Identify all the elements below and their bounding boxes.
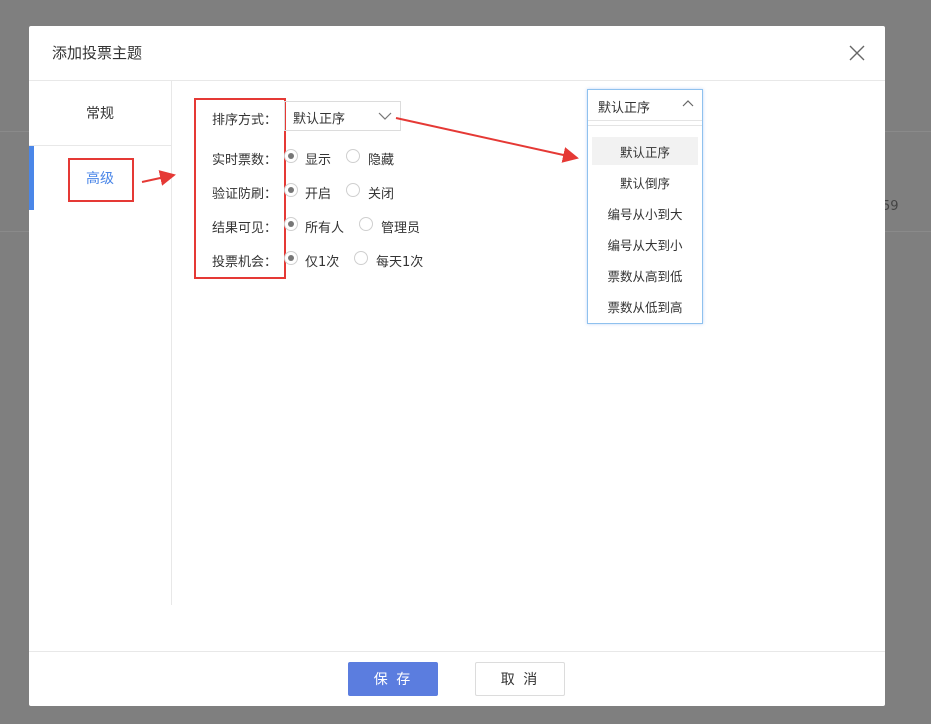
dropdown-option[interactable]: 默认倒序 bbox=[592, 168, 698, 196]
dropdown-divider bbox=[588, 125, 702, 126]
radio-chance-once[interactable] bbox=[284, 251, 298, 265]
result-visibility-label: 结果可见： bbox=[212, 221, 278, 236]
chevron-down-icon bbox=[378, 109, 392, 123]
radio-realtime-show[interactable] bbox=[284, 149, 298, 163]
tab-general[interactable]: 常规 bbox=[29, 81, 171, 146]
radio-label-show[interactable]: 显示 bbox=[305, 149, 331, 168]
dropdown-option[interactable]: 默认正序 bbox=[592, 137, 698, 165]
radio-label-off[interactable]: 关闭 bbox=[368, 183, 394, 202]
radio-visibility-everyone[interactable] bbox=[284, 217, 298, 231]
save-button[interactable]: 保 存 bbox=[348, 662, 438, 696]
add-vote-topic-dialog: 添加投票主题 常规 高级 排序方式： 默认正序 实时票数： 显示 隐藏 验证防刷… bbox=[29, 26, 885, 706]
dropdown-option[interactable]: 编号从小到大 bbox=[592, 199, 698, 227]
radio-realtime-hide[interactable] bbox=[346, 149, 360, 163]
footer-divider bbox=[29, 651, 885, 652]
cancel-button[interactable]: 取 消 bbox=[475, 662, 565, 696]
close-icon[interactable] bbox=[847, 43, 867, 63]
dropdown-header-value: 默认正序 bbox=[598, 101, 651, 116]
realtime-votes-label: 实时票数： bbox=[212, 153, 278, 168]
dropdown-option[interactable]: 编号从大到小 bbox=[592, 230, 698, 258]
radio-label-daily[interactable]: 每天1次 bbox=[376, 251, 423, 270]
radio-chance-daily[interactable] bbox=[354, 251, 368, 265]
radio-antispam-on[interactable] bbox=[284, 183, 298, 197]
tab-advanced[interactable]: 高级 bbox=[29, 146, 171, 210]
radio-visibility-admin[interactable] bbox=[359, 217, 373, 231]
chevron-up-icon bbox=[682, 98, 694, 110]
dialog-title: 添加投票主题 bbox=[52, 44, 143, 62]
dropdown-option[interactable]: 票数从高到低 bbox=[592, 261, 698, 289]
sort-select[interactable]: 默认正序 bbox=[284, 101, 401, 131]
sort-select-value: 默认正序 bbox=[293, 112, 346, 127]
radio-label-hide[interactable]: 隐藏 bbox=[368, 149, 394, 168]
radio-label-on[interactable]: 开启 bbox=[305, 183, 331, 202]
radio-antispam-off[interactable] bbox=[346, 183, 360, 197]
radio-label-admin[interactable]: 管理员 bbox=[381, 217, 420, 236]
sort-label: 排序方式： bbox=[212, 113, 278, 128]
dropdown-option[interactable]: 票数从低到高 bbox=[592, 292, 698, 320]
vote-chance-label: 投票机会： bbox=[212, 255, 278, 270]
settings-tabs: 常规 高级 bbox=[29, 81, 172, 605]
sort-dropdown-expanded: 默认正序 默认正序 默认倒序 编号从小到大 编号从大到小 票数从高到低 票数从低… bbox=[587, 89, 703, 324]
radio-label-once[interactable]: 仅1次 bbox=[305, 251, 339, 270]
radio-label-everyone[interactable]: 所有人 bbox=[305, 217, 344, 236]
dropdown-header[interactable]: 默认正序 bbox=[588, 90, 702, 121]
annotation-arrow-to-dropdown bbox=[395, 117, 579, 163]
antispam-label: 验证防刷： bbox=[212, 187, 278, 202]
